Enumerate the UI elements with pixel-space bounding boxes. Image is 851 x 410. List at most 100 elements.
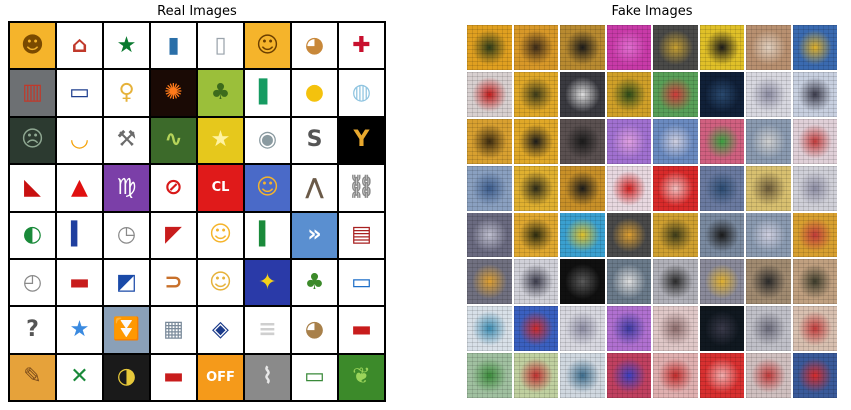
emoji-glyph: Y [353,127,370,153]
generated-blur-icon [467,212,512,258]
emoji-glyph: ✎ [23,364,42,390]
emoji-glyph: ◩ [116,269,137,295]
emoji-glyph: ☻ [21,32,44,58]
chains-icon: ⛓ [339,165,384,211]
fake-images-title: Fake Images [611,4,693,19]
emoji-glyph: ▥ [22,80,43,106]
emoji-glyph: ☹ [21,127,44,153]
fireworks-icon: ✺ [151,70,196,116]
generated-blur-icon [746,353,791,398]
emoji-glyph: ▬ [163,364,184,390]
generated-blur-icon [606,353,651,398]
generated-blur-icon [699,71,744,117]
ghana-flag-icon: ★ [104,23,149,69]
generated-blur-icon [792,71,837,117]
person-turban-icon: ☺ [198,259,243,306]
emoji-glyph: ◤ [165,222,182,248]
emoji-glyph: ◷ [116,222,137,248]
generated-blur-icon [792,165,837,211]
emoji-glyph: OFF [206,369,235,385]
generated-blur-icon [606,165,651,211]
emoji-glyph: ★ [116,32,137,58]
emoji-glyph: ☺ [256,174,279,200]
comoros-flag-icon: ◐ [10,212,55,258]
emoji-glyph: ◣ [24,174,41,200]
emoji-glyph: ▭ [304,364,325,390]
emoji-glyph: ✚ [352,32,371,58]
crescent-moon-icon: ◑ [104,354,149,400]
emoji-glyph: ♣ [210,80,231,106]
emoji-glyph: ? [26,316,39,342]
emoji-glyph: ◡ [71,127,88,153]
generated-blur-icon [513,259,558,305]
generated-blur-icon [746,212,791,258]
generated-blur-icon [513,118,558,164]
generated-blur-icon [653,165,698,211]
generated-blur-icon [746,165,791,211]
emoji-glyph: ⛓ [347,174,376,200]
emoji-glyph: ✕ [70,364,89,390]
dragon-icon: ∿ [151,117,196,164]
high-heel-icon: ◣ [10,165,55,211]
virgo-icon: ♍ [104,165,149,211]
clock-icon: ◴ [10,259,55,306]
generated-blur-icon [560,306,605,352]
emoji-glyph: ▦ [163,316,184,342]
hammer-wrench-icon: ⚒ [104,117,149,164]
generated-blur-icon [560,25,605,70]
shooting-star-icon: ★ [198,117,243,164]
namibia-flag-icon: ◩ [104,259,149,306]
broccoli-icon: ♣ [292,259,337,306]
generated-blur-icon [653,259,698,305]
generated-blur-icon [560,353,605,398]
generated-blur-icon [653,306,698,352]
fake-images-grid [463,21,841,402]
generated-blur-icon [560,118,605,164]
cl-button-icon: CL [198,165,243,211]
slovenia-flag-icon: ▬ [339,307,384,353]
zombie-icon: ☹ [10,117,55,164]
grinning-face-icon: ☺ [198,212,243,258]
generated-blur-icon [653,212,698,258]
generated-blur-icon [467,165,512,211]
house-icon: ⌂ [57,23,102,69]
generated-blur-icon [560,212,605,258]
generated-blur-icon [746,306,791,352]
generated-blur-icon [792,353,837,398]
emoji-glyph: ◕ [304,32,325,58]
thread-spool-icon: ▮ [151,23,196,69]
emoji-glyph: S [306,127,323,153]
fast-forward-button-icon: » [292,212,337,258]
liechtenstein-flag-icon: ▬ [57,259,102,306]
snow-globe-icon: ◍ [339,70,384,116]
artist-palette-icon: ✎ [10,354,55,400]
family-icon: ☺ [245,165,290,211]
generated-blur-icon [699,212,744,258]
generated-blur-icon [792,118,837,164]
emoji-glyph: ◴ [22,269,43,295]
somalia-flag-icon: ★ [57,307,102,353]
norway-flag-icon: ✚ [339,23,384,69]
stopwatch-icon: ◷ [104,212,149,258]
emoji-glyph: ⌂ [71,32,88,58]
generated-blur-icon [513,25,558,70]
prohibited-icon: ⊘ [151,165,196,211]
alien-icon: ◉ [245,117,290,164]
generated-blur-icon [560,71,605,117]
emoji-glyph: ⚒ [116,127,137,153]
generated-blur-icon [606,71,651,117]
generated-blur-icon [653,25,698,70]
ireland-flag-icon: ▌ [245,70,290,116]
emoji-glyph: ★ [210,127,231,153]
generated-blur-icon [560,165,605,211]
salt-shaker-icon: ▯ [198,23,243,69]
dog-face-icon: ◕ [292,23,337,69]
generated-blur-icon [699,259,744,305]
leafy-green-icon: ❦ [339,354,384,400]
upside-down-face-icon: ◡ [57,117,102,164]
emoji-glyph: ★ [69,316,90,342]
oil-drum-icon: ▤ [339,212,384,258]
generated-blur-icon [699,306,744,352]
emoji-glyph: ≡ [258,316,277,342]
emoji-glyph: ♣ [304,269,325,295]
